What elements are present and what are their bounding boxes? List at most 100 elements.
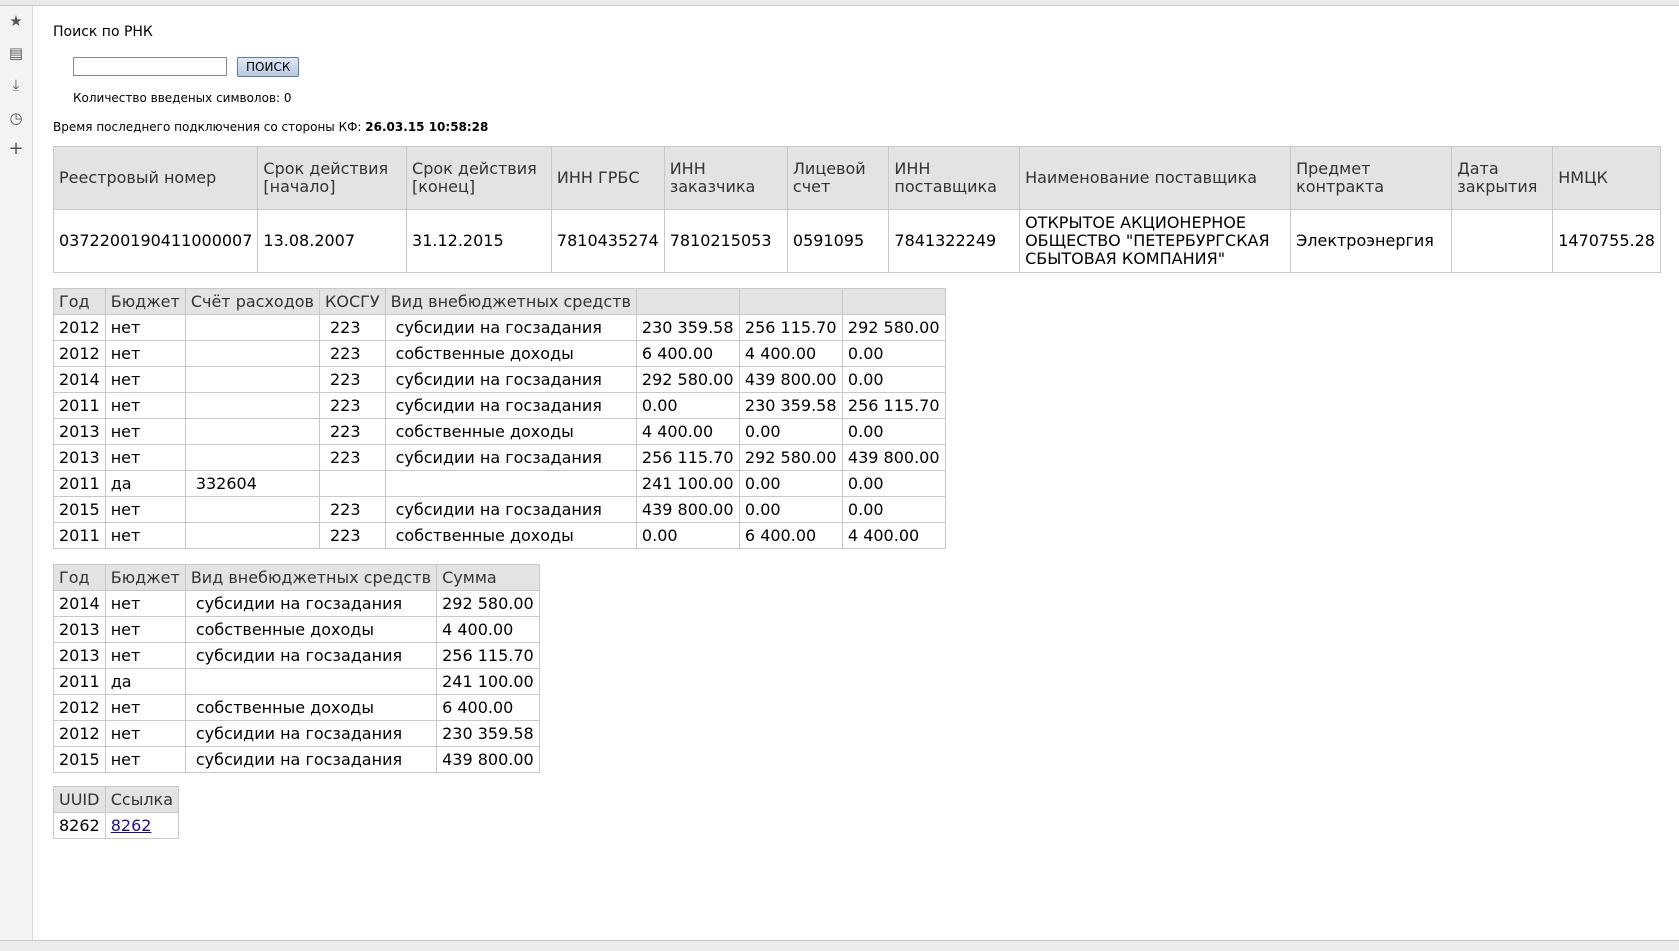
table-cell: 0.00 xyxy=(841,418,946,445)
table-row: 8262 8262 xyxy=(53,812,180,839)
table-cell: 2011 xyxy=(53,470,106,497)
table-cell: 0.00 xyxy=(841,496,946,523)
table-cell: 0591095 xyxy=(786,209,890,273)
table-cell: субсидии на госзадания xyxy=(384,496,637,523)
table-cell: нет xyxy=(104,720,186,747)
browser-sidebar: ★ ▤ ⤓ ◷ + xyxy=(0,6,33,940)
table-cell: 223 xyxy=(318,366,386,393)
table-cell: 7841322249 xyxy=(888,209,1021,273)
contract-table: Реестровый номер Срок действия [начало] … xyxy=(52,146,1661,273)
table-row: 2011 да 332604 241 100.00 0.00 0.00 xyxy=(53,470,946,497)
table-cell: субсидии на госзадания xyxy=(384,314,637,341)
table-cell: 439 800.00 xyxy=(738,366,843,393)
search-input[interactable] xyxy=(73,57,227,76)
table-row: 2015 нет 223 субсидии на госзадания 439 800.… xyxy=(53,496,946,523)
history-icon[interactable]: ◷ xyxy=(7,109,25,127)
table-cell: 2015 xyxy=(53,496,106,523)
star-icon[interactable]: ★ xyxy=(7,12,25,30)
table-cell: 292 580.00 xyxy=(635,366,740,393)
table-header-row: Реестровый номер Срок действия [начало] … xyxy=(52,146,1661,210)
table-cell: 223 xyxy=(318,522,386,549)
table-cell: 256 115.70 xyxy=(635,444,740,471)
column-header xyxy=(635,288,740,315)
table-cell: нет xyxy=(104,418,186,445)
table-cell: 0.00 xyxy=(841,366,946,393)
status-bar xyxy=(0,940,1679,951)
table-cell xyxy=(184,366,320,393)
table-cell: 439 800.00 xyxy=(841,444,946,471)
table-cell xyxy=(384,470,637,497)
column-header: НМЦК xyxy=(1552,146,1661,210)
table-row: 2011 нет 223 собственные доходы 0.00 6 400.00… xyxy=(53,522,946,549)
table-row: 2011 да 241 100.00 xyxy=(53,668,540,695)
table-cell: собственные доходы xyxy=(384,418,637,445)
table-cell: 2011 xyxy=(53,522,106,549)
column-header: ИНН ГРБС xyxy=(550,146,665,210)
table-cell: 223 xyxy=(318,314,386,341)
table-cell: 2012 xyxy=(53,340,106,367)
search-button[interactable]: ПОИСК xyxy=(237,57,300,77)
table-row: 2015 нет субсидии на госзадания 439 800.00 xyxy=(53,746,540,773)
table-cell: собственные доходы xyxy=(384,340,637,367)
column-header: Реестровый номер xyxy=(52,146,259,210)
add-icon[interactable]: + xyxy=(7,140,25,158)
table-cell xyxy=(184,314,320,341)
table-cell: 0.00 xyxy=(738,470,843,497)
table-cell: 4 400.00 xyxy=(738,340,843,367)
table-cell: 332604 xyxy=(184,470,320,497)
column-header: Предмет контракта xyxy=(1290,146,1453,210)
table-cell: 2015 xyxy=(53,746,106,773)
table-cell: 0.00 xyxy=(635,392,740,419)
table-cell: нет xyxy=(104,746,186,773)
sum-table: Год Бюджет Вид внебюджетных средств Сумма 2… xyxy=(53,564,540,773)
table-row: 0372200190411000007 13.08.2007 31.12.201… xyxy=(52,209,1661,273)
table-cell xyxy=(184,496,320,523)
table-cell: собственные доходы xyxy=(184,616,438,643)
table-cell: субсидии на госзадания xyxy=(184,590,438,617)
table-cell xyxy=(318,470,386,497)
table-cell: 8262 xyxy=(53,812,106,839)
table-cell: да xyxy=(104,470,186,497)
table-cell: 223 xyxy=(318,418,386,445)
table-cell: 0372200190411000007 xyxy=(52,209,259,273)
table-cell: 0.00 xyxy=(738,496,843,523)
table-cell: нет xyxy=(104,392,186,419)
table-cell: субсидии на госзадания xyxy=(184,746,438,773)
table-cell: 256 115.70 xyxy=(436,642,540,669)
table-cell: 2012 xyxy=(53,720,106,747)
table-cell: ОТКРЫТОЕ АКЦИОНЕРНОЕ ОБЩЕСТВО "ПЕТЕРБУРГ… xyxy=(1019,209,1292,273)
last-connection-time: 26.03.15 10:58:28 xyxy=(365,120,489,134)
table-row: 2013 нет собственные доходы 4 400.00 xyxy=(53,616,540,643)
table-cell: субсидии на госзадания xyxy=(184,720,438,747)
column-header: ИНН заказчика xyxy=(663,146,788,210)
table-cell: 6 400.00 xyxy=(635,340,740,367)
table-cell: 2012 xyxy=(53,694,106,721)
column-header: Вид внебюджетных средств xyxy=(384,288,637,315)
table-cell: нет xyxy=(104,590,186,617)
table-cell: 439 800.00 xyxy=(635,496,740,523)
table-cell: 0.00 xyxy=(738,418,843,445)
column-header: Вид внебюджетных средств xyxy=(184,564,438,591)
table-cell: нет xyxy=(104,366,186,393)
table-cell: 4 400.00 xyxy=(841,522,946,549)
column-header: Дата закрытия xyxy=(1451,146,1554,210)
table-cell: нет xyxy=(104,694,186,721)
uuid-table: UUID Ссылка 8262 8262 xyxy=(53,786,180,839)
table-cell: собственные доходы xyxy=(384,522,637,549)
table-cell: субсидии на госзадания xyxy=(384,392,637,419)
table-cell: нет xyxy=(104,642,186,669)
note-icon[interactable]: ▤ xyxy=(7,44,25,62)
finance-table: Год Бюджет Счёт расходов КОСГУ Вид внебюджет… xyxy=(53,288,946,549)
table-cell: 31.12.2015 xyxy=(406,209,552,273)
table-cell: 223 xyxy=(318,496,386,523)
column-header: UUID xyxy=(53,786,106,813)
last-connection-label: Время последнего подключения со стороны … xyxy=(53,120,362,134)
table-cell: 292 580.00 xyxy=(738,444,843,471)
table-row: 2013 нет субсидии на госзадания 256 115.70 xyxy=(53,642,540,669)
table-cell: 256 115.70 xyxy=(738,314,843,341)
download-icon[interactable]: ⤓ xyxy=(7,76,25,94)
table-cell: собственные доходы xyxy=(184,694,438,721)
uuid-link[interactable]: 8262 xyxy=(111,816,152,835)
character-count: Количество введеных символов: 0 xyxy=(73,91,292,105)
column-header: ИНН поставщика xyxy=(888,146,1021,210)
